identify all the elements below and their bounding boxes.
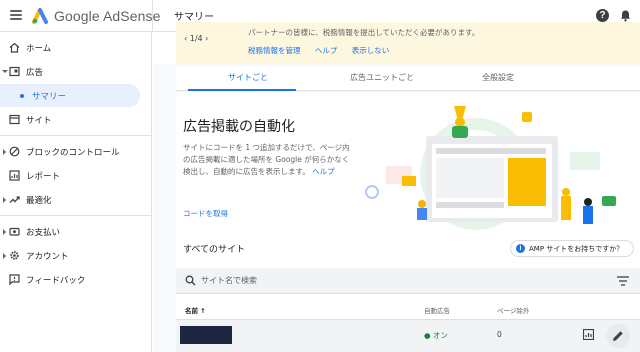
banner-pager: ‹ 1/4 › [184,34,208,43]
chevron-right-icon [3,197,6,203]
site-name-redacted[interactable] [180,326,232,344]
tab-general-settings[interactable]: 全般設定 [438,72,558,83]
chevron-right-icon[interactable]: › [205,34,208,43]
sites-icon [9,114,20,125]
all-sites-title: すべてのサイト [183,245,246,255]
chevron-left-icon[interactable]: ‹ [184,34,187,43]
tab-by-site[interactable]: サイトごと [188,72,308,83]
auto-ads-description: サイトにコードを 1 つ追加するだけで、ページ内の広告掲載に適した場所を Goo… [183,142,353,178]
column-header-page-exclusions: ページ除外 [497,307,530,315]
sidebar-item-label: ブロックのコントロール [26,148,120,158]
help-link[interactable]: ヘルプ [312,167,335,176]
search-icon [185,275,196,286]
dot-icon [20,94,24,98]
sidebar-item-optimize[interactable]: 最適化 [0,189,152,211]
reports-icon [9,170,20,181]
sidebar-item-label: 広告 [26,68,44,78]
filter-icon[interactable] [617,276,629,286]
sidebar-item-ads[interactable]: 広告 [0,61,152,83]
help-icon[interactable]: ? [596,9,609,22]
block-icon [9,146,20,157]
feedback-icon [9,274,20,285]
auto-ads-illustration [365,106,616,230]
brand-name: Google AdSense [54,8,161,24]
adsense-logo-icon [32,8,48,24]
sidebar-item-label: フィードバック [26,276,86,286]
sidebar-item-label: お支払い [26,228,61,238]
column-header-name[interactable]: 名前 ↑ [185,305,206,315]
sidebar-item-home[interactable]: ホーム [0,37,152,59]
banner-page-count: 1/4 [189,34,203,43]
info-icon: i [516,244,525,253]
sidebar-item-label: レポート [26,172,61,182]
banner-help-link[interactable]: ヘルプ [315,46,338,55]
chevron-down-icon [2,70,8,73]
sidebar-item-label: ホーム [26,44,52,54]
column-header-auto-ads: 自動広告 [424,307,450,315]
table-row: ● オン 0 [176,320,640,352]
sidebar-item-blocking-controls[interactable]: ブロックのコントロール [0,141,152,163]
search-input[interactable]: サイト名で検索 [201,275,257,286]
banner-links: 税務情報を管理 ヘルプ 表示しない [248,45,401,56]
amp-sites-chip[interactable]: i AMP サイトをお持ちですか？ [510,240,634,257]
sidebar-divider [0,215,152,216]
amp-chip-label: AMP サイトをお持ちですか？ [529,245,624,253]
sidebar-item-account[interactable]: アカウント [0,245,152,267]
column-header-label: 名前 [185,307,198,315]
auto-ads-title: 広告掲載の自動化 [183,119,295,135]
chevron-right-icon [3,229,6,235]
edit-button[interactable] [606,324,630,348]
sidebar-item-reports[interactable]: レポート [0,165,152,187]
auto-ads-status: ● オン [424,331,448,340]
page-title: サマリー [174,12,214,23]
site-search-bar[interactable]: サイト名で検索 [176,268,640,294]
home-icon [9,42,20,53]
menu-icon[interactable] [10,10,22,20]
payments-icon [9,227,20,236]
optimize-icon [9,196,20,203]
sidebar-item-feedback[interactable]: フィードバック [0,269,152,291]
sidebar-divider [0,135,152,136]
gear-icon [10,251,19,260]
chevron-right-icon [3,253,6,259]
sidebar-item-label: アカウント [26,252,69,262]
manage-tax-info-link[interactable]: 税務情報を管理 [248,46,301,55]
sidebar-item-payments[interactable]: お支払い [0,221,152,243]
sidebar-item-summary[interactable]: サマリー [0,84,140,107]
get-code-button[interactable]: コードを取得 [183,208,228,219]
sidebar-item-label: サマリー [32,92,67,102]
summary-tabs: サイトごと 広告ユニットごと 全般設定 [176,67,640,91]
active-tab-indicator [188,89,296,91]
sidebar-item-sites[interactable]: サイト [0,109,152,131]
banner-message: パートナーの皆様に、税務情報を提出していただく必要があります。 [248,28,480,37]
tab-by-ad-unit[interactable]: 広告ユニットごと [322,72,442,83]
sites-table-header: 名前 ↑ 自動広告 ページ除外 [176,298,640,320]
report-icon[interactable] [583,329,594,340]
page-exclusions-count: 0 [497,330,502,339]
ads-icon [9,66,20,77]
bell-icon[interactable] [619,9,632,22]
sidebar-item-label: 最適化 [26,196,52,206]
dismiss-link[interactable]: 表示しない [352,46,390,55]
sidebar: ホーム 広告 サマリー サイト ブロックのコントロール レポート 最適化 お支払… [0,32,152,352]
sort-arrow-up-icon: ↑ [200,307,206,315]
pencil-icon [613,331,623,341]
chevron-right-icon [3,149,6,155]
sidebar-item-label: サイト [26,116,52,126]
tax-info-banner: ‹ 1/4 › パートナーの皆様に、税務情報を提出していただく必要があります。 … [176,22,640,64]
topbar-divider [152,0,153,32]
